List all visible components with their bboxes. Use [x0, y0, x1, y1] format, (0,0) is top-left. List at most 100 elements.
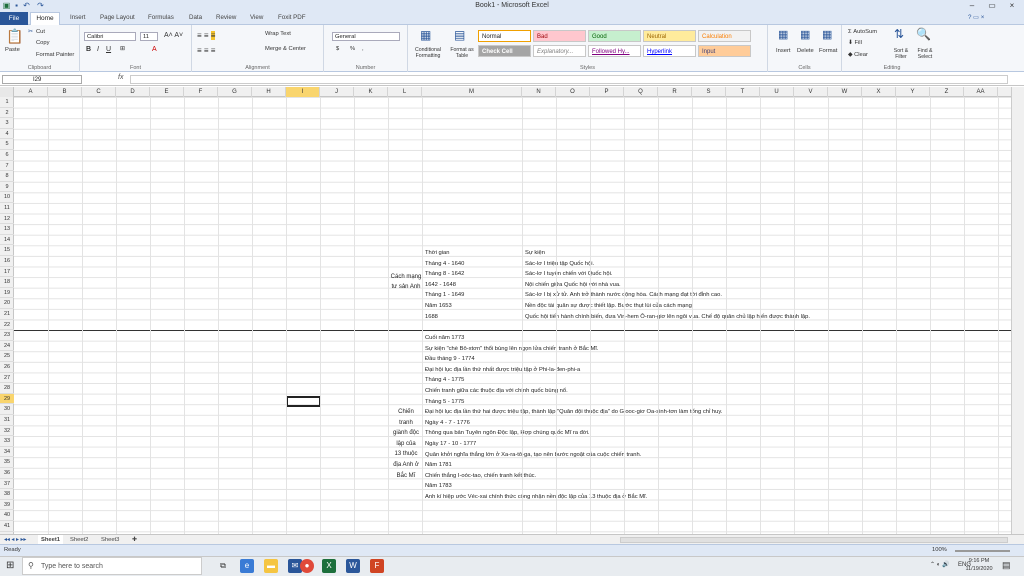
find-select-icon[interactable]: 🔍 — [916, 27, 931, 41]
column-header-L[interactable]: L — [388, 87, 422, 97]
column-header-V[interactable]: V — [794, 87, 828, 97]
fill-button[interactable]: ⬇ Fill — [848, 40, 862, 46]
row-header-7[interactable]: 7 — [0, 161, 14, 172]
column-header-K[interactable]: K — [354, 87, 388, 97]
bold-button[interactable]: B — [86, 46, 91, 53]
column-header-N[interactable]: N — [522, 87, 556, 97]
row-header-39[interactable]: 39 — [0, 500, 14, 511]
style-bad[interactable]: Bad — [533, 30, 586, 42]
conditional-formatting-button[interactable]: Conditional Formatting — [410, 47, 446, 59]
clock[interactable]: 9:16 PM 11/19/2020 — [964, 557, 994, 573]
column-header-O[interactable]: O — [556, 87, 590, 97]
sort-filter-icon[interactable]: ⇅ — [894, 27, 904, 41]
row-header-5[interactable]: 5 — [0, 139, 14, 150]
format-as-table-button[interactable]: Format as Table — [448, 47, 476, 59]
tab-page-layout[interactable]: Page Layout — [100, 14, 135, 21]
format-painter-button[interactable]: Format Painter — [36, 52, 74, 58]
column-header-D[interactable]: D — [116, 87, 150, 97]
column-header-B[interactable]: B — [48, 87, 82, 97]
row-header-35[interactable]: 35 — [0, 457, 14, 468]
chrome-icon[interactable]: ● — [300, 559, 314, 573]
percent-button[interactable]: % — [350, 46, 355, 52]
row-header-29[interactable]: 29 — [0, 393, 14, 405]
column-header-I[interactable]: I — [286, 87, 320, 97]
tab-home[interactable]: Home — [30, 12, 60, 25]
row-header-19[interactable]: 19 — [0, 288, 14, 299]
paste-icon[interactable]: 📋 — [6, 29, 23, 43]
borders-icon[interactable]: ⊞ — [120, 46, 125, 52]
row-header-36[interactable]: 36 — [0, 468, 14, 479]
row-header-27[interactable]: 27 — [0, 373, 14, 384]
column-header-H[interactable]: H — [252, 87, 286, 97]
zoom-slider[interactable] — [955, 550, 1010, 552]
help-icon[interactable]: ? ▭ × — [968, 14, 984, 21]
row-header-6[interactable]: 6 — [0, 150, 14, 161]
column-header-Q[interactable]: Q — [624, 87, 658, 97]
column-header-E[interactable]: E — [150, 87, 184, 97]
grow-font-icon[interactable]: A˄ A˅ — [164, 32, 183, 39]
italic-button[interactable]: I — [97, 46, 99, 53]
autosum-button[interactable]: Σ AutoSum — [848, 29, 877, 35]
row-header-17[interactable]: 17 — [0, 267, 14, 278]
active-cell-I29[interactable] — [286, 396, 321, 407]
column-header-AA[interactable]: AA — [964, 87, 998, 97]
foxit-taskbar-icon[interactable]: F — [370, 559, 384, 573]
column-header-R[interactable]: R — [658, 87, 692, 97]
restore-button[interactable]: ▭ — [982, 0, 1002, 12]
row-header-14[interactable]: 14 — [0, 235, 14, 246]
notification-icon[interactable]: ▤ — [1002, 560, 1011, 571]
delete-cells-icon[interactable]: ▦ — [800, 29, 810, 41]
row-header-16[interactable]: 16 — [0, 256, 14, 267]
clear-button[interactable]: ◆ Clear — [848, 52, 868, 58]
horizontal-scrollbar[interactable] — [620, 537, 1008, 543]
column-header-U[interactable]: U — [760, 87, 794, 97]
row-header-2[interactable]: 2 — [0, 108, 14, 119]
tab-review[interactable]: Review — [216, 14, 236, 21]
column-header-X[interactable]: X — [862, 87, 896, 97]
font-size-select[interactable]: 11 — [140, 32, 158, 41]
font-color-icon[interactable]: A — [152, 46, 157, 53]
row-header-30[interactable]: 30 — [0, 404, 14, 415]
wrap-text-button[interactable]: Wrap Text — [265, 31, 291, 37]
style-hyperlink[interactable]: Hyperlink — [643, 45, 696, 57]
style-good[interactable]: Good — [588, 30, 641, 42]
style-calculation[interactable]: Calculation — [698, 30, 751, 42]
row-header-18[interactable]: 18 — [0, 277, 14, 288]
file-explorer-icon[interactable]: ▬ — [264, 559, 278, 573]
number-format-select[interactable]: General — [332, 32, 400, 41]
style-normal[interactable]: Normal — [478, 30, 531, 42]
row-header-28[interactable]: 28 — [0, 383, 14, 394]
minimize-button[interactable]: – — [962, 0, 982, 12]
row-header-41[interactable]: 41 — [0, 521, 14, 532]
format-table-icon[interactable]: ▤ — [454, 29, 465, 41]
style-followed-hyperlink[interactable]: Followed Hy... — [588, 45, 641, 57]
row-header-34[interactable]: 34 — [0, 447, 14, 458]
currency-button[interactable]: $ — [336, 46, 339, 52]
row-header-1[interactable]: 1 — [0, 97, 14, 108]
column-header-P[interactable]: P — [590, 87, 624, 97]
row-header-15[interactable]: 15 — [0, 245, 14, 256]
cut-icon[interactable]: ✂ — [28, 28, 33, 37]
excel-taskbar-icon[interactable]: X — [322, 559, 336, 573]
row-header-38[interactable]: 38 — [0, 489, 14, 500]
row-header-3[interactable]: 3 — [0, 118, 14, 129]
format-cells-icon[interactable]: ▦ — [822, 29, 832, 41]
comma-button[interactable]: , — [362, 46, 364, 52]
name-box[interactable]: I29 — [2, 75, 82, 84]
tab-insert[interactable]: Insert — [70, 14, 85, 21]
formula-input[interactable] — [130, 75, 1008, 84]
align-left-icon[interactable]: ≡ ≡ ≡ — [197, 46, 215, 55]
conditional-formatting-icon[interactable]: ▦ — [420, 29, 431, 41]
taskbar-search[interactable]: Type here to search — [22, 557, 202, 575]
cut-button[interactable]: Cut — [36, 29, 45, 35]
row-header-20[interactable]: 20 — [0, 298, 14, 309]
paste-button[interactable]: Paste — [5, 47, 20, 53]
select-all-corner[interactable] — [0, 87, 14, 97]
row-header-11[interactable]: 11 — [0, 203, 14, 214]
row-header-33[interactable]: 33 — [0, 436, 14, 447]
tab-formulas[interactable]: Formulas — [148, 14, 174, 21]
style-input[interactable]: Input — [698, 45, 751, 57]
vertical-scrollbar[interactable] — [1011, 87, 1024, 534]
style-explanatory[interactable]: Explanatory... — [533, 45, 586, 57]
edge-icon[interactable]: e — [240, 559, 254, 573]
